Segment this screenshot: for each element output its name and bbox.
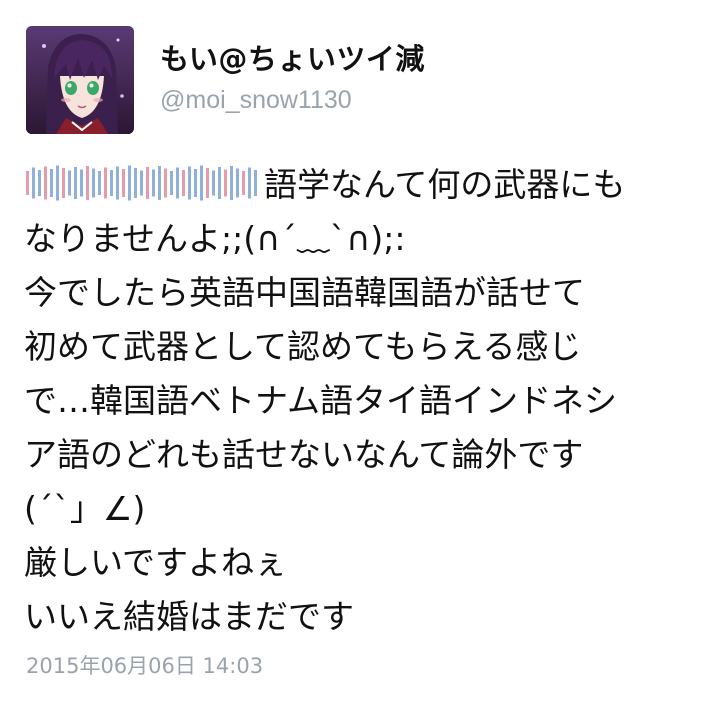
tweet-line: 語学なんて何の武器にも — [24, 158, 704, 212]
redaction-stripe — [128, 165, 131, 201]
redaction-stripe — [50, 169, 53, 197]
redaction-stripe — [194, 169, 197, 197]
redaction-stripe — [26, 171, 29, 195]
redaction-stripe — [188, 166, 191, 200]
redaction-stripe — [140, 170, 143, 196]
avatar[interactable] — [26, 26, 134, 134]
redaction-stripe — [56, 165, 59, 201]
redaction-stripe — [218, 167, 221, 199]
redaction-stripe — [62, 168, 65, 198]
redaction-stripe — [248, 167, 251, 199]
tweet-line: 初めて武器として認めてもらえる感じ — [24, 327, 582, 366]
tweet-text: 語学なんて何の武器にも なりませんよ;;(∩´﹏`∩);: 今でしたら英語中国語… — [24, 158, 704, 644]
redaction-stripe — [92, 168, 95, 198]
tweet-line: 厳しいですよねぇ — [24, 543, 288, 582]
tweet-line: いいえ結婚はまだです — [24, 597, 354, 636]
tweet-line: ア語のどれも話せないなんて論外です — [24, 435, 584, 474]
redaction-stripe — [254, 170, 257, 196]
redaction-stripe — [224, 169, 227, 197]
anime-girl-avatar-icon — [26, 26, 134, 134]
redaction-stripe — [74, 167, 77, 199]
tweet-line-text: 語学なんて何の武器にも — [264, 165, 626, 204]
tweet-line: (´`」∠) — [24, 489, 146, 528]
user-handle[interactable]: @moi_snow1130 — [160, 86, 352, 115]
tweet-line: なりませんよ;;(∩´﹏`∩);: — [24, 219, 406, 258]
redaction-stripe — [80, 169, 83, 197]
redaction-stripe — [44, 166, 47, 200]
redaction-stripe — [212, 170, 215, 196]
display-name[interactable]: もい@ちょいツイ減 — [160, 36, 425, 78]
tweet-card: もい@ちょいツイ減 @moi_snow1130 語学なんて何の武器にも なりませ… — [0, 0, 719, 705]
redaction-stripe — [122, 169, 125, 197]
tweet-timestamp[interactable]: 2015年06月06日 14:03 — [26, 650, 263, 680]
redaction-stripe — [164, 168, 167, 198]
redaction-stripe — [200, 165, 203, 201]
redaction-stripe — [152, 169, 155, 197]
redaction-stripe — [236, 168, 239, 198]
redaction-stripe — [206, 168, 209, 198]
redaction-stripe — [170, 171, 173, 195]
tweet-line: 今でしたら英語中国語韓国語が話せて — [24, 273, 585, 312]
redaction-stripe — [230, 166, 233, 200]
redaction-stripe — [38, 170, 41, 196]
redaction-stripe — [68, 170, 71, 196]
redaction-stripe — [242, 171, 245, 195]
tweet-line: で…韓国語ベトナム語タイ語インドネシ — [24, 381, 618, 420]
redaction-stripe — [110, 170, 113, 196]
redaction-stripe — [134, 168, 137, 198]
redaction-stripe — [158, 166, 161, 200]
redaction-stripe — [86, 166, 89, 200]
redaction-mark-icon — [26, 165, 257, 201]
redaction-stripe — [116, 166, 119, 200]
redaction-stripe — [182, 170, 185, 196]
redaction-stripe — [176, 167, 179, 199]
redaction-stripe — [98, 171, 101, 195]
redaction-stripe — [32, 167, 35, 199]
redaction-stripe — [104, 167, 107, 199]
redaction-stripe — [146, 167, 149, 199]
